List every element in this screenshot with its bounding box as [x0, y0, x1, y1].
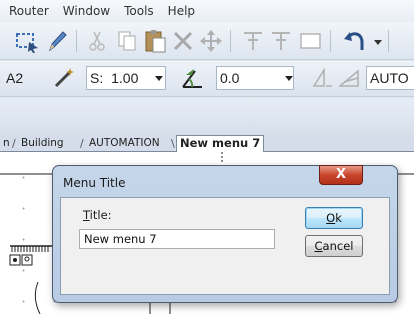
text-style-2-icon[interactable] — [268, 28, 294, 54]
menu-bar: Router Window Tools Help — [0, 0, 414, 22]
undo-dropdown-icon[interactable] — [374, 38, 382, 46]
menu-window[interactable]: Window — [56, 4, 117, 18]
text-style-icon[interactable] — [240, 28, 266, 54]
toolbar-separator — [388, 30, 389, 52]
move-icon[interactable] — [198, 28, 224, 54]
menu-router[interactable]: Router — [2, 4, 56, 18]
toolbar-separator — [230, 30, 231, 52]
cancel-accelerator: C — [314, 239, 323, 253]
ok-label: k — [335, 211, 342, 225]
ok-accelerator: O — [326, 211, 336, 225]
copy-icon[interactable] — [114, 28, 140, 54]
angle-combo[interactable]: 0.0 — [216, 66, 294, 90]
menu-tools[interactable]: Tools — [117, 4, 161, 18]
auto-combo[interactable]: AUTO — [366, 66, 414, 90]
tab-divider: / — [12, 137, 16, 150]
scale-label: S: — [90, 70, 104, 86]
pencil-icon[interactable] — [44, 28, 70, 54]
delete-icon[interactable] — [170, 28, 196, 54]
menu-title-dialog: Menu Title X Title: Ok Cancel — [52, 165, 398, 303]
properties-toolbar: A2 S: 1.00 0.0 AUTO — [0, 61, 414, 97]
angle-dropdown-icon[interactable] — [285, 76, 293, 81]
angle-icon[interactable] — [180, 65, 206, 91]
layer-combo[interactable]: A2 — [6, 66, 23, 90]
toolbar-separator — [76, 30, 77, 52]
tab-building[interactable]: Building — [21, 136, 64, 152]
tab-new-menu-7[interactable]: New menu 7 — [176, 135, 265, 153]
document-tabs: n / Building / AUTOMATION \ New menu 7 — [0, 134, 414, 153]
scale-value: 1.00 — [111, 70, 139, 86]
tab-automation[interactable]: AUTOMATION — [89, 136, 160, 152]
toolbar-strip — [0, 98, 414, 134]
scale-dropdown-icon[interactable] — [155, 76, 163, 81]
menu-help[interactable]: Help — [161, 4, 202, 18]
slope-icon[interactable] — [338, 67, 360, 89]
undo-icon[interactable] — [342, 28, 368, 54]
cancel-button[interactable]: Cancel — [305, 235, 363, 257]
tab-divider: \ — [171, 137, 175, 150]
rectangle-icon[interactable] — [298, 28, 324, 54]
cut-icon[interactable] — [84, 28, 110, 54]
ok-button[interactable]: Ok — [305, 207, 363, 229]
select-rect-icon[interactable] — [14, 28, 40, 54]
wand-icon[interactable] — [52, 66, 78, 90]
paste-icon[interactable] — [142, 28, 168, 54]
scale-combo[interactable]: S: 1.00 — [86, 66, 166, 90]
cancel-label: ancel — [322, 239, 354, 253]
title-input[interactable] — [79, 229, 275, 249]
close-button[interactable]: X — [319, 165, 363, 185]
dialog-title: Menu Title — [63, 176, 126, 190]
title-label-text: itle: — [89, 208, 112, 222]
toolbar-separator — [330, 30, 331, 52]
title-field-label: Title: — [83, 208, 112, 222]
main-toolbar — [0, 22, 414, 60]
align-icon[interactable] — [312, 67, 334, 89]
tab-partial[interactable]: n — [3, 136, 10, 152]
tab-divider: / — [80, 137, 84, 150]
title-label-accelerator: T — [83, 208, 90, 222]
dialog-body: Title: Ok Cancel — [60, 197, 390, 295]
